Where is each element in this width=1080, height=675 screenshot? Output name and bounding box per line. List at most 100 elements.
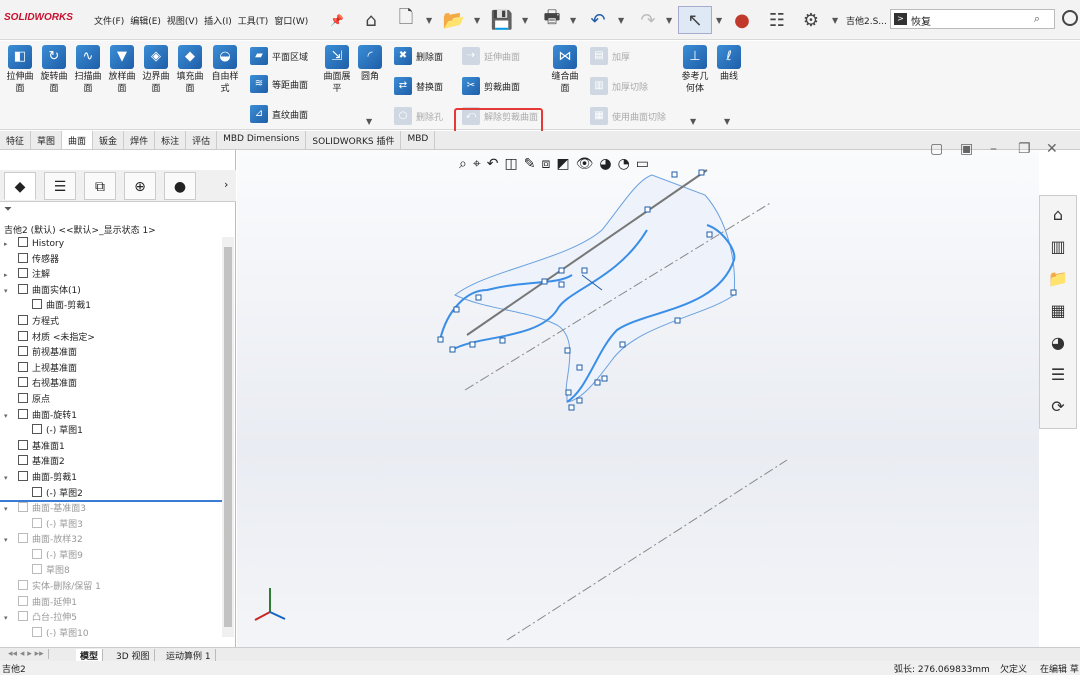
menu-view[interactable]: 视图(V) — [167, 14, 198, 27]
solidworks-forum-icon[interactable]: ⟳ — [1045, 394, 1071, 420]
tree-item[interactable]: ▾ 曲面实体(1) — [0, 283, 222, 300]
reference-geometry-button[interactable]: ⊥ 参考几何体 — [678, 45, 712, 95]
search-icon[interactable]: ⌕ — [1034, 12, 1040, 26]
feature-manager-tab[interactable]: ◆ — [4, 172, 36, 200]
delete-face-button[interactable]: ✖ 删除面 — [394, 47, 443, 65]
tab-scroll-buttons[interactable]: ◂◂ ◂ ▸ ▸▸ — [4, 649, 49, 659]
dimxpert-tab[interactable]: ⊕ — [124, 172, 156, 200]
chevron-down-icon[interactable]: ▼ — [724, 117, 730, 126]
solidworks-resources-icon[interactable]: ⌂ — [1045, 202, 1071, 228]
tree-item[interactable]: 基准面2 — [0, 455, 222, 471]
dynamic-annotation-icon[interactable]: ✎ — [524, 156, 536, 172]
tab-mbd[interactable]: MBD — [401, 131, 436, 149]
design-library-icon[interactable]: ▥ — [1045, 234, 1071, 260]
hide-show-icon[interactable]: 👁 — [576, 156, 594, 172]
tree-item[interactable]: 传感器 — [0, 252, 222, 269]
tree-item[interactable]: (-) 草图2 — [0, 486, 222, 503]
tree-item[interactable]: 原点 — [0, 392, 222, 409]
tree-item[interactable]: 基准面1 — [0, 439, 222, 456]
tree-item[interactable]: ▾ 凸台-拉伸5 — [0, 611, 222, 627]
tree-item[interactable]: ▾ 曲面-放样32 — [0, 533, 222, 549]
chevron-down-icon[interactable]: ▼ — [522, 16, 528, 25]
tab-markup[interactable]: 标注 — [155, 131, 187, 149]
zoom-area-icon[interactable]: ⌖ — [473, 156, 481, 172]
expand-toggle-icon[interactable]: ▸ — [4, 237, 8, 253]
tree-scrollbar[interactable] — [222, 237, 234, 637]
section-view-icon[interactable]: ◫ — [504, 156, 517, 172]
view-palette-icon[interactable]: ▦ — [1045, 298, 1071, 324]
tree-item[interactable]: (-) 草图9 — [0, 548, 222, 565]
tab-addins[interactable]: SOLIDWORKS 插件 — [306, 131, 402, 149]
home-icon[interactable]: ⌂ — [356, 6, 386, 34]
expand-toggle-icon[interactable]: ▸ — [4, 268, 8, 284]
file-explorer-icon[interactable]: 📁 — [1045, 266, 1071, 292]
graphics-area[interactable]: ⌕ ⌖ ↶ ◫ ✎ ⧈ ◩ 👁 ◕ ◔ ▭ — [237, 150, 1039, 647]
revolved-surface-button[interactable]: ↻ 旋转曲面 — [38, 45, 70, 95]
chevron-down-icon[interactable]: ▼ — [570, 16, 576, 25]
tree-item[interactable]: 曲面-延伸1 — [0, 595, 222, 612]
tree-item[interactable]: 材质 <未指定> — [0, 330, 222, 347]
tree-item[interactable]: 方程式 — [0, 314, 222, 331]
tab-features[interactable]: 特征 — [0, 131, 32, 149]
chevron-down-icon[interactable]: ▼ — [366, 117, 372, 126]
chevron-down-icon[interactable]: ▼ — [716, 16, 722, 25]
tree-item[interactable]: ▸ History — [0, 237, 222, 253]
apply-scene-icon[interactable]: ◔ — [618, 156, 630, 172]
filled-surface-button[interactable]: ◆ 填充曲面 — [174, 45, 206, 95]
view-settings-icon[interactable]: ▭ — [636, 156, 649, 172]
menu-insert[interactable]: 插入(I) — [204, 14, 232, 27]
freeform-button[interactable]: ◒ 自由样式 — [208, 45, 242, 95]
thicken-cut-button[interactable]: ▥ 加厚切除 — [590, 77, 648, 95]
user-account-icon[interactable] — [1062, 10, 1078, 26]
options-gear-icon[interactable]: ⚙ — [798, 6, 824, 34]
knit-surface-button[interactable]: ⋈ 缝合曲面 — [550, 45, 580, 95]
chevron-right-icon[interactable]: › — [224, 178, 228, 191]
extend-surface-button[interactable]: ⇢ 延伸曲面 — [462, 47, 520, 65]
lofted-surface-button[interactable]: ▼ 放样曲面 — [106, 45, 138, 95]
menu-edit[interactable]: 编辑(E) — [130, 14, 161, 27]
tree-root-part[interactable]: 吉他2 (默认) <<默认>_显示状态 1> — [4, 223, 156, 236]
configuration-manager-tab[interactable]: ⧉ — [84, 172, 116, 200]
tree-item[interactable]: 实体-删除/保留 1 — [0, 580, 222, 596]
tree-item[interactable]: 前视基准面 — [0, 346, 222, 362]
fillet-button[interactable]: ◜ 圆角 — [356, 45, 384, 83]
trim-surface-button[interactable]: ✂ 剪裁曲面 — [462, 77, 520, 95]
open-icon[interactable]: 📂 — [440, 6, 468, 34]
tree-item[interactable]: (-) 草图10 — [0, 626, 222, 643]
expand-toggle-icon[interactable]: ▾ — [4, 409, 8, 425]
tree-item[interactable]: ▾ 曲面-基准面3 — [0, 502, 222, 518]
rebuild-light-icon[interactable]: ● — [730, 6, 754, 34]
tree-item[interactable]: 上视基准面 — [0, 361, 222, 378]
replace-face-button[interactable]: ⇄ 替换面 — [394, 77, 443, 95]
zoom-to-fit-icon[interactable]: ⌕ — [459, 156, 467, 172]
custom-properties-icon[interactable]: ☰ — [1045, 362, 1071, 388]
undo-icon[interactable]: ↶ — [584, 6, 612, 34]
curves-button[interactable]: ℓ 曲线 — [714, 45, 744, 83]
extruded-surface-button[interactable]: ◧ 拉伸曲面 — [4, 45, 36, 95]
chevron-down-icon[interactable]: ▼ — [832, 16, 838, 25]
tree-item[interactable]: ▾ 曲面-旋转1 — [0, 408, 222, 425]
tab-weldments[interactable]: 焊件 — [124, 131, 156, 149]
delete-hole-button[interactable]: ○ 删除孔 — [394, 107, 443, 125]
save-icon[interactable]: 💾 — [488, 6, 516, 34]
scrollbar-thumb[interactable] — [224, 247, 232, 627]
display-manager-tab[interactable]: ● — [164, 172, 196, 200]
expand-toggle-icon[interactable]: ▾ — [4, 502, 8, 518]
pin-icon[interactable]: 📌 — [330, 6, 344, 34]
redo-icon[interactable]: ↷ — [634, 6, 662, 34]
menu-file[interactable]: 文件(F) — [94, 14, 124, 27]
expand-toggle-icon[interactable]: ▾ — [4, 611, 8, 627]
expand-toggle-icon[interactable]: ▾ — [4, 471, 8, 487]
tree-item[interactable]: 曲面-剪裁1 — [0, 299, 222, 315]
tree-item[interactable]: ▾ 曲面-剪裁1 — [0, 470, 222, 487]
tree-item[interactable]: 右视基准面 — [0, 377, 222, 393]
close-icon[interactable]: ✕ — [1046, 141, 1058, 157]
select-cursor-icon[interactable]: ↖ — [678, 6, 712, 34]
tab-mbd-dimensions[interactable]: MBD Dimensions — [217, 131, 307, 149]
expand-toggle-icon[interactable]: ▾ — [4, 284, 8, 300]
tree-item[interactable]: 草图8 — [0, 564, 222, 580]
property-manager-tab[interactable]: ☰ — [44, 172, 76, 200]
tree-item[interactable]: (-) 草图3 — [0, 517, 222, 534]
view-orientation-icon[interactable]: ⧈ — [541, 156, 550, 172]
viewport-tile-icon[interactable]: ▣ — [960, 141, 973, 157]
